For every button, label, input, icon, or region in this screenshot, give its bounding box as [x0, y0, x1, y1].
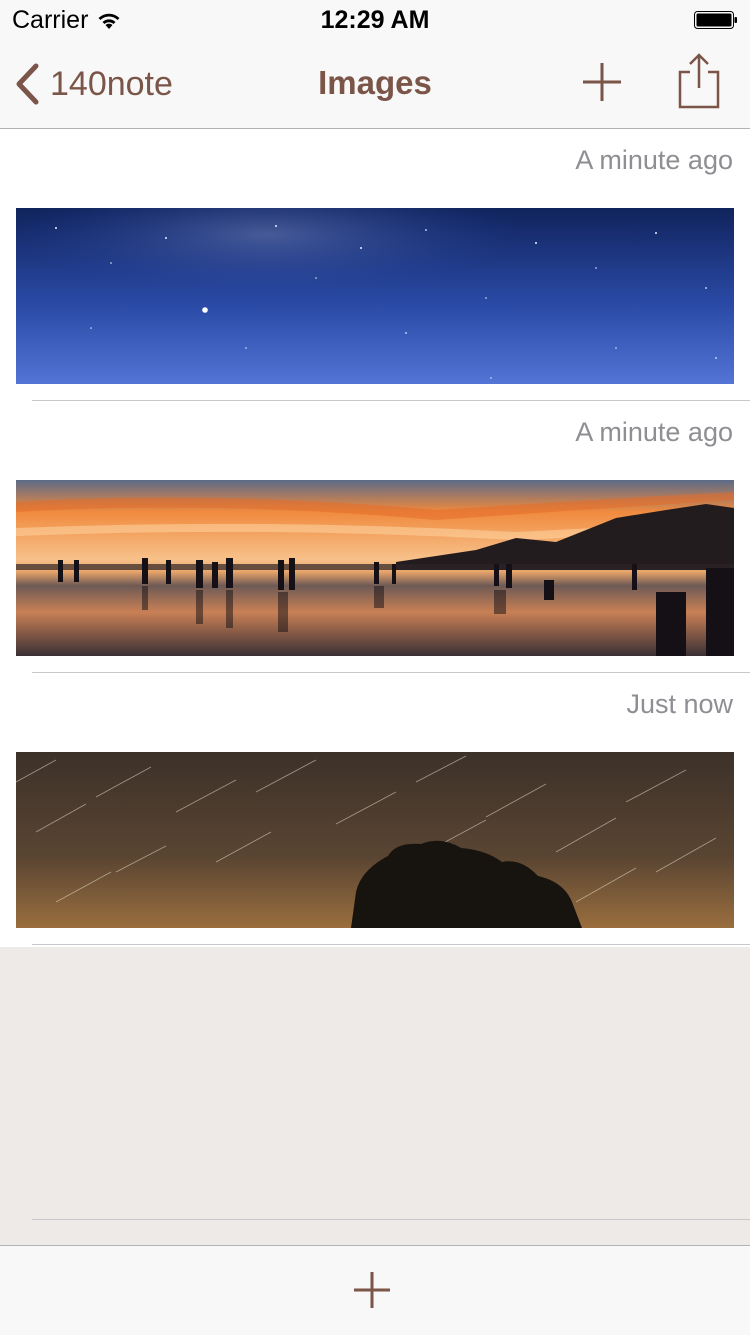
- note-timestamp: Just now: [626, 689, 733, 719]
- note-timestamp: A minute ago: [575, 417, 733, 447]
- notes-list: A minute ago A minute ago Just now: [0, 129, 750, 945]
- note-image-sunset-salt-flat[interactable]: [16, 480, 734, 656]
- battery-icon: [694, 11, 737, 29]
- navigation-bar: 140note Images: [0, 40, 750, 129]
- status-time: 12:29 AM: [320, 6, 430, 34]
- bottom-toolbar: [0, 1245, 750, 1335]
- note-timestamp: A minute ago: [575, 145, 733, 175]
- row-separator: [32, 1219, 750, 1220]
- plus-icon[interactable]: [352, 1270, 392, 1310]
- note-image-starry-sky[interactable]: [16, 208, 734, 384]
- share-icon[interactable]: [676, 52, 722, 110]
- plus-icon[interactable]: [580, 60, 624, 104]
- list-item[interactable]: A minute ago: [0, 401, 750, 673]
- status-bar: Carrier 12:29 AM: [0, 0, 750, 40]
- row-separator: [32, 944, 750, 945]
- list-item[interactable]: Just now: [0, 673, 750, 945]
- list-item[interactable]: A minute ago: [0, 129, 750, 401]
- page-title: Images: [318, 64, 432, 101]
- empty-list-area: [0, 947, 750, 1245]
- note-image-star-trails[interactable]: [16, 752, 734, 928]
